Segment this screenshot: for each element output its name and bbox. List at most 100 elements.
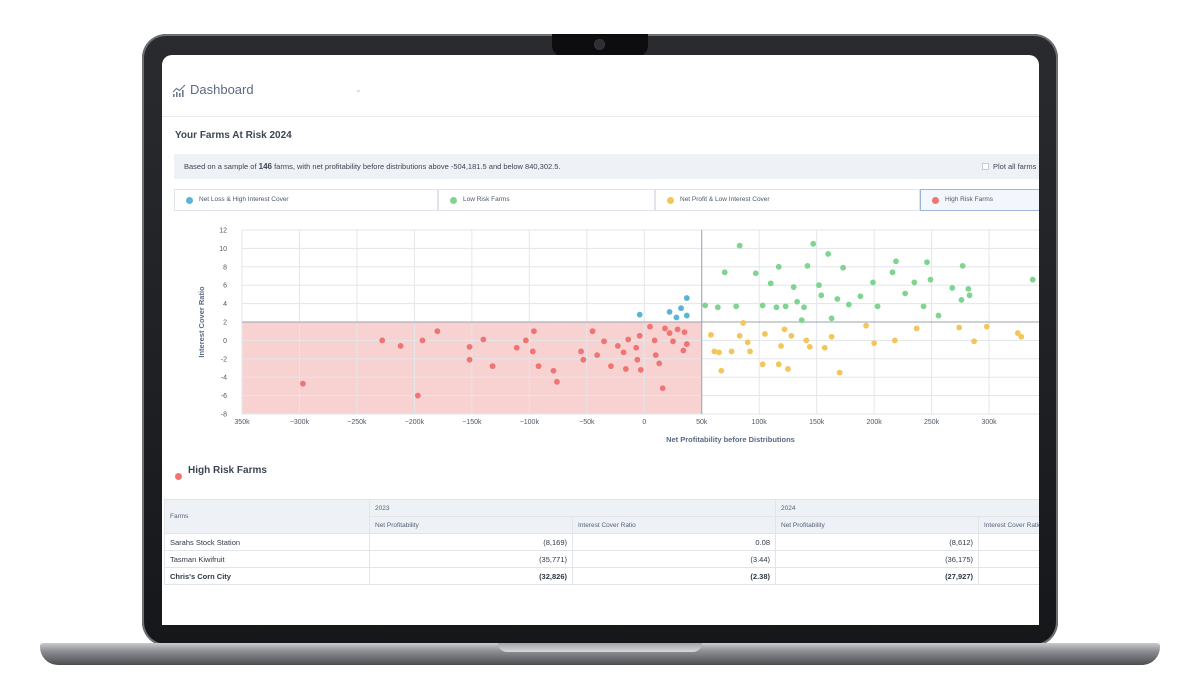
- card-title: Your Farms At Risk 2024: [175, 130, 292, 141]
- year-header-2023: 2023: [369, 499, 776, 517]
- point-high-risk-farms: [489, 363, 496, 370]
- point-high-risk-farms: [683, 341, 690, 347]
- point-high-risk-farms: [601, 338, 607, 345]
- x-tick-label: 200k: [867, 419, 883, 426]
- x-tick-label: 300k: [981, 419, 997, 426]
- plot-all-checkbox[interactable]: Plot all farms: [982, 162, 1036, 171]
- y-tick-label: 6: [223, 283, 227, 290]
- point-net-profit-low-interest-cover: [803, 337, 810, 344]
- sample-info-text: Based on a sample of 146 farms, with net…: [184, 162, 561, 171]
- point-net-profit-low-interest-cover: [775, 361, 782, 368]
- table-row[interactable]: Sarahs Stock Station (8,169) 0.08 (8,612…: [164, 533, 1039, 551]
- y-tick-label: -2: [221, 356, 227, 363]
- col-header-np-2024[interactable]: Net Profitability: [775, 516, 979, 534]
- point-low-risk-farms: [818, 292, 825, 299]
- farm-name-cell[interactable]: Tasman Kiwifruit: [164, 550, 370, 568]
- point-low-risk-farms: [721, 269, 728, 276]
- point-net-loss-high-interest-cover: [636, 311, 643, 318]
- point-low-risk-farms: [911, 279, 918, 286]
- point-high-risk-farms: [637, 366, 644, 373]
- high-risk-section-title: High Risk Farms: [188, 465, 267, 476]
- chevron-down-icon[interactable]: ⌄: [355, 85, 362, 94]
- point-low-risk-farms: [773, 304, 780, 311]
- legend-high-risk[interactable]: High Risk Farms: [920, 189, 1039, 211]
- point-net-profit-low-interest-cover: [716, 349, 722, 356]
- icr-2023-cell: (3.44): [572, 550, 776, 568]
- risk-scatter-chart: 12 10 8 6 4 2 0 -2 -4 -6 -8 350k −300k −250k −200k −150…: [197, 228, 1039, 444]
- top-bar: Dashboard ⌄: [162, 55, 1039, 117]
- point-high-risk-farms: [529, 348, 536, 355]
- table-row[interactable]: Tasman Kiwifruit (35,771) (3.44) (36,175…: [164, 550, 1039, 568]
- point-net-profit-low-interest-cover: [728, 348, 735, 355]
- table-row[interactable]: Chris's Corn City (32,826) (2.38) (27,92…: [164, 567, 1039, 585]
- app-screen: Dashboard ⌄ Your Farms At Risk 2024 Base…: [162, 55, 1039, 625]
- x-tick-label: −250k: [347, 419, 367, 426]
- point-net-loss-high-interest-cover: [678, 305, 684, 312]
- point-low-risk-farms: [767, 280, 774, 287]
- legend-dot-icon: [450, 197, 457, 204]
- point-net-profit-low-interest-cover: [863, 322, 869, 329]
- point-net-profit-low-interest-cover: [718, 367, 725, 374]
- point-low-risk-farms: [794, 298, 801, 305]
- point-low-risk-farms: [958, 297, 965, 303]
- point-net-profit-low-interest-cover: [744, 339, 751, 346]
- point-high-risk-farms: [651, 337, 658, 344]
- point-high-risk-farms: [625, 336, 632, 343]
- point-net-loss-high-interest-cover: [666, 308, 673, 315]
- point-net-profit-low-interest-cover: [806, 343, 813, 350]
- legend-label: Net Loss & High Interest Cover: [199, 196, 289, 203]
- col-header-icr-2024[interactable]: Interest Cover Ratio: [978, 516, 1039, 534]
- point-high-risk-farms: [480, 336, 487, 343]
- legend-net-loss-high-cover[interactable]: Net Loss & High Interest Cover: [174, 189, 438, 211]
- point-net-profit-low-interest-cover: [778, 343, 784, 349]
- legend-net-profit-low-cover[interactable]: Net Profit & Low Interest Cover: [655, 189, 920, 211]
- point-low-risk-farms: [810, 240, 817, 247]
- point-high-risk-farms: [594, 352, 601, 359]
- col-header-icr-2023[interactable]: Interest Cover Ratio: [572, 516, 776, 534]
- icr-2023-cell: (2.38): [572, 567, 776, 585]
- dashboard-title[interactable]: Dashboard: [190, 82, 254, 97]
- point-high-risk-farms: [636, 332, 643, 339]
- point-high-risk-farms: [620, 349, 627, 356]
- point-net-profit-low-interest-cover: [891, 337, 898, 344]
- legend-dot-icon: [667, 197, 674, 204]
- point-low-risk-farms: [1029, 276, 1036, 283]
- col-header-np-2023[interactable]: Net Profitability: [369, 516, 573, 534]
- point-high-risk-farms: [614, 343, 621, 349]
- farms-header[interactable]: Farms: [164, 499, 370, 534]
- sample-info-bar: Based on a sample of 146 farms, with net…: [174, 154, 1039, 179]
- point-net-profit-low-interest-cover: [736, 332, 743, 339]
- point-high-risk-farms: [522, 337, 529, 344]
- point-net-loss-high-interest-cover: [683, 312, 690, 319]
- point-low-risk-farms: [714, 304, 721, 311]
- point-net-loss-high-interest-cover: [683, 295, 690, 301]
- point-net-profit-low-interest-cover: [836, 369, 843, 376]
- point-high-risk-farms: [397, 343, 404, 349]
- info-suffix: farms, with net profitability before dis…: [272, 162, 561, 171]
- x-tick-label: 350k: [234, 419, 250, 426]
- point-low-risk-farms: [966, 292, 973, 299]
- np-2023-cell: (35,771): [369, 550, 573, 568]
- icr-2024-cell: [978, 533, 1039, 551]
- point-high-risk-farms: [589, 328, 596, 335]
- point-low-risk-farms: [840, 264, 847, 271]
- point-low-risk-farms: [902, 290, 909, 297]
- legend-low-risk[interactable]: Low Risk Farms: [438, 189, 655, 211]
- laptop-base-groove: [498, 643, 702, 652]
- legend: Net Loss & High Interest Cover Low Risk …: [174, 189, 1039, 211]
- farm-name-cell[interactable]: Chris's Corn City: [164, 567, 370, 585]
- farm-name-cell[interactable]: Sarahs Stock Station: [164, 533, 370, 551]
- point-low-risk-farms: [893, 258, 899, 265]
- point-net-profit-low-interest-cover: [785, 366, 791, 372]
- point-net-profit-low-interest-cover: [759, 361, 766, 368]
- point-low-risk-farms: [798, 317, 805, 324]
- point-net-profit-low-interest-cover: [913, 325, 920, 332]
- point-high-risk-farms: [666, 330, 673, 336]
- y-tick-label: 4: [223, 301, 227, 308]
- chart-icon: [172, 84, 186, 97]
- point-high-risk-farms: [659, 385, 666, 392]
- point-low-risk-farms: [874, 303, 881, 310]
- checkbox-icon[interactable]: [982, 163, 989, 170]
- point-high-risk-farms: [578, 348, 584, 355]
- y-tick-label: -4: [221, 375, 227, 382]
